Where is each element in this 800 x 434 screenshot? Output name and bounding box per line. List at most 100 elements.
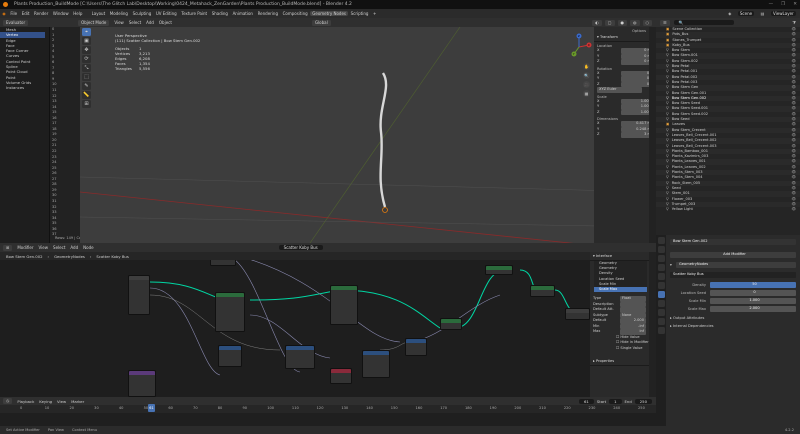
interface-panel-title[interactable]: ▾ Interface — [590, 252, 656, 261]
tab-sculpting[interactable]: Sculpting — [130, 11, 153, 16]
menu-select[interactable]: Select — [53, 245, 65, 250]
context-selector[interactable]: Modifier — [17, 245, 33, 250]
timeline-ruler[interactable]: 0 10 20 30 40 50 60 70 80 90 100 110 120 130 140 150 160… — [0, 405, 656, 413]
gizmo-y-axis[interactable]: Y — [573, 52, 575, 56]
transform-panel-title[interactable]: ▾ Transform — [594, 33, 656, 42]
menu-playback[interactable]: Playback — [17, 399, 34, 404]
timeline-editor-icon[interactable]: ◷ — [3, 398, 13, 404]
data-tab-icon[interactable] — [657, 327, 665, 334]
modifier-name-field[interactable]: GeometryNodes — [676, 262, 796, 268]
view-layer-selector[interactable]: ViewLayer — [770, 11, 796, 16]
menu-node[interactable]: Node — [83, 245, 93, 250]
tab-shading[interactable]: Shading — [209, 11, 230, 16]
instance-on-points-node[interactable] — [330, 285, 358, 325]
menu-keying[interactable]: Keying — [39, 399, 52, 404]
camera-view-icon[interactable]: 🎥 — [583, 81, 590, 88]
internal-dependencies-subpanel[interactable]: ▸ Internal Dependencies — [670, 323, 796, 329]
rotate-tool-icon[interactable]: ⟳ — [82, 55, 91, 63]
material-shading-icon[interactable]: ◍ — [630, 19, 640, 26]
menu-view[interactable]: View — [57, 399, 66, 404]
render-tab-icon[interactable] — [657, 246, 665, 253]
rotation-node[interactable] — [330, 368, 352, 384]
density-field[interactable]: 50 — [710, 282, 796, 288]
single-value-checkbox[interactable]: ☐ Single Value — [616, 346, 642, 352]
menu-add[interactable]: Add — [70, 245, 78, 250]
playhead[interactable]: 61 — [148, 404, 155, 412]
visibility-eye-icon[interactable]: 👁 — [791, 207, 796, 212]
tab-rendering[interactable]: Rendering — [255, 11, 280, 16]
transform-tool-icon[interactable]: ⬚ — [82, 73, 91, 81]
scene-selector[interactable]: Scene — [737, 11, 755, 16]
ortho-toggle-icon[interactable]: ▦ — [583, 90, 590, 97]
tab-modeling[interactable]: Modeling — [107, 11, 130, 16]
timeline-track[interactable] — [0, 413, 656, 426]
solid-shading-icon[interactable]: ● — [617, 19, 627, 26]
tab-geometry-nodes[interactable]: Geometry Nodes — [309, 11, 349, 16]
rendered-shading-icon[interactable]: ○ — [642, 19, 652, 26]
xray-icon[interactable]: ▢ — [604, 19, 615, 26]
group-output-node[interactable] — [565, 308, 590, 320]
modifier-node-group-selector[interactable]: Scatter Koby Bus — [670, 272, 796, 278]
outliner-row[interactable]: ▽ Yellow Light 👁 — [656, 207, 800, 212]
default-attribute-field[interactable] — [620, 307, 646, 313]
transform-geometry-node[interactable] — [530, 285, 555, 297]
measure-tool-icon[interactable]: 📏 — [82, 91, 91, 99]
filter-icon[interactable]: ⧩ — [792, 20, 796, 25]
realize-instances-node[interactable] — [440, 318, 462, 330]
tab-scripting[interactable]: Scripting — [348, 11, 370, 16]
end-frame-field[interactable]: 250 — [634, 398, 652, 404]
tab-layout[interactable]: Layout — [89, 11, 107, 16]
rotation-mode-select[interactable]: XYZ Euler — [597, 87, 642, 93]
pan-hand-icon[interactable]: ✋ — [583, 63, 590, 70]
default-value-field[interactable]: 2.000 — [620, 318, 646, 324]
properties-panel-title[interactable]: ▸ Properties — [590, 357, 656, 367]
object-info-node[interactable] — [128, 370, 156, 397]
object-mode-selector[interactable]: Object Mode — [78, 19, 110, 26]
physics-tab-icon[interactable] — [657, 309, 665, 316]
scale-max-field[interactable]: 2.000 — [710, 306, 796, 312]
socket-type-select[interactable]: Float — [620, 296, 646, 302]
cursor-tool-icon[interactable]: ▣ — [82, 37, 91, 45]
node-sidebar-tabs[interactable] — [649, 252, 656, 397]
constraints-tab-icon[interactable] — [657, 318, 665, 325]
outliner-editor-icon[interactable]: ☰ — [660, 19, 670, 26]
menu-help[interactable]: Help — [71, 11, 85, 16]
math-node[interactable] — [362, 350, 390, 378]
menu-render[interactable]: Render — [32, 11, 51, 16]
gizmo-z-axis[interactable]: Z — [578, 34, 580, 38]
minimize-button[interactable]: — — [769, 0, 774, 9]
scale-min-field[interactable]: 1.000 — [710, 298, 796, 304]
tab-animation[interactable]: Animation — [230, 11, 255, 16]
join-geometry-node[interactable] — [485, 265, 513, 275]
location-seed-field[interactable]: 0 — [710, 290, 796, 296]
world-tab-icon[interactable] — [657, 273, 665, 280]
start-frame-field[interactable]: 1 — [609, 398, 622, 404]
menu-window[interactable]: Window — [51, 11, 71, 16]
node-group-selector[interactable]: Scatter Koby Bus — [278, 245, 323, 250]
outliner-search-input[interactable]: 🔍 — [673, 20, 734, 25]
evaluator-selector[interactable]: Evaluator — [3, 19, 29, 26]
object-tab-icon[interactable] — [657, 282, 665, 289]
scene-tab-icon[interactable] — [657, 264, 665, 271]
particles-tab-icon[interactable] — [657, 300, 665, 307]
select-tool-icon[interactable]: ⌖ — [82, 28, 91, 36]
tab-texture-paint[interactable]: Texture Paint — [179, 11, 209, 16]
tab-compositing[interactable]: Compositing — [280, 11, 310, 16]
sidebar-tabs[interactable] — [649, 27, 656, 243]
maximize-button[interactable]: ❐ — [781, 0, 785, 9]
overlay-icon[interactable]: ◐ — [592, 19, 602, 26]
tab-uv-editing[interactable]: UV Editing — [154, 11, 179, 16]
menu-object[interactable]: Object — [159, 20, 172, 25]
scale-tool-icon[interactable]: ⤡ — [82, 64, 91, 72]
orientation-selector[interactable]: Global — [311, 19, 331, 26]
menu-view[interactable]: View — [39, 245, 49, 250]
tool-tab-icon[interactable] — [657, 237, 665, 244]
menu-marker[interactable]: Marker — [71, 399, 84, 404]
move-tool-icon[interactable]: ✥ — [82, 46, 91, 54]
group-input-node[interactable] — [128, 275, 150, 315]
close-button[interactable]: ✕ — [793, 0, 797, 9]
menu-file[interactable]: File — [8, 11, 19, 16]
value-node[interactable] — [210, 260, 236, 266]
node-editor-canvas[interactable] — [0, 260, 590, 397]
modifier-tab-icon[interactable] — [657, 291, 665, 298]
